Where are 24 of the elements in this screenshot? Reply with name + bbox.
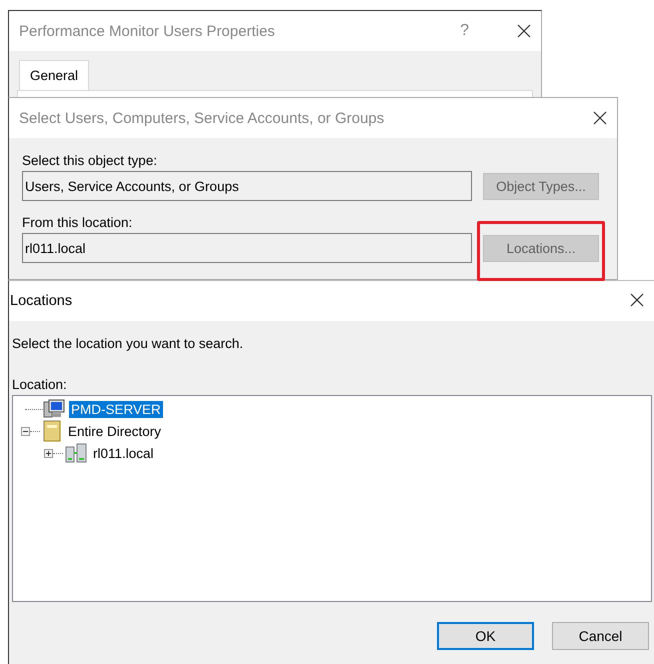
dialog-button[interactable]: Cancel xyxy=(552,622,649,650)
close-icon[interactable] xyxy=(517,24,531,38)
computer-icon xyxy=(43,399,65,419)
tree-item[interactable]: Entire Directory xyxy=(66,422,164,440)
tab[interactable]: General xyxy=(19,60,90,90)
tree-label: Location: xyxy=(12,377,68,392)
dialog-button[interactable]: OK xyxy=(437,622,534,650)
tree-line xyxy=(30,430,40,432)
tree-item[interactable]: rl011.local xyxy=(91,444,156,462)
help-icon[interactable]: ? xyxy=(460,22,469,40)
field-label: From this location: xyxy=(22,215,134,230)
window-title: Select Users, Computers, Service Accounts, or Groups xyxy=(19,110,386,126)
close-icon[interactable] xyxy=(593,111,607,125)
tree-line xyxy=(53,452,63,454)
instruction-text: Select the location you want to search. xyxy=(12,336,244,351)
window-title: Performance Monitor Users Properties xyxy=(19,22,276,40)
tree-item[interactable]: PMD-SERVER xyxy=(69,400,163,418)
window-title: Locations xyxy=(10,293,74,309)
expand-icon[interactable] xyxy=(44,448,53,458)
close-icon[interactable] xyxy=(630,292,644,306)
server-group-icon xyxy=(65,443,87,463)
collapse-icon[interactable] xyxy=(21,426,30,436)
field-label: Select this object type: xyxy=(22,153,158,168)
folder-box-icon xyxy=(42,420,62,442)
